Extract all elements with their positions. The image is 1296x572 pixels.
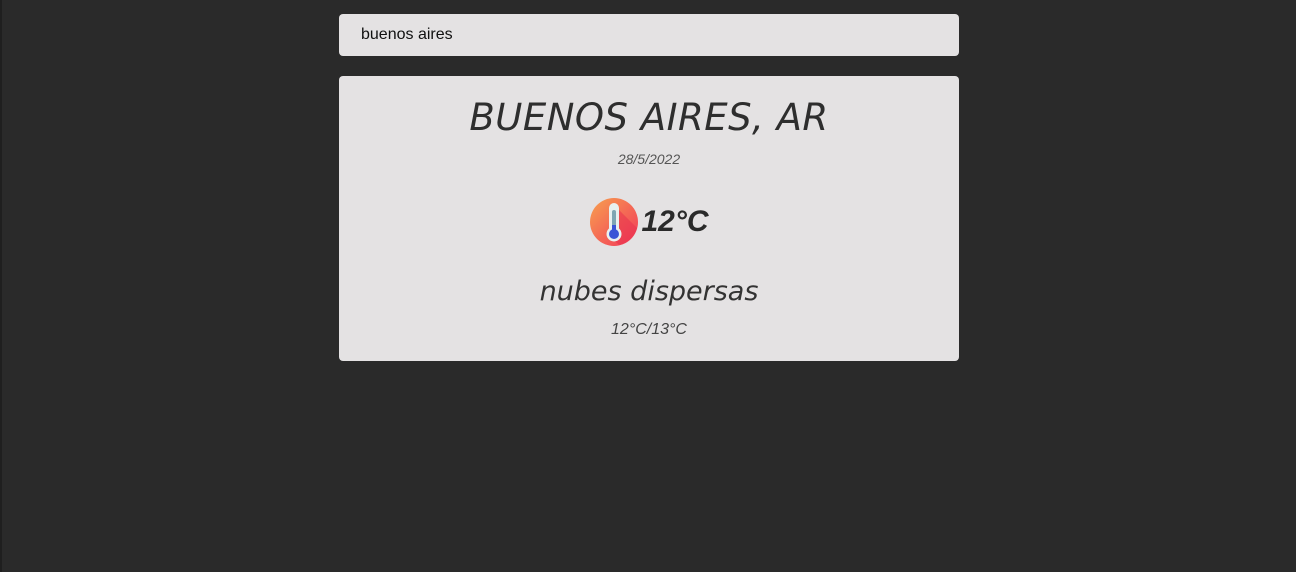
- city-search-input[interactable]: [339, 14, 959, 56]
- thermometer-icon: [589, 197, 639, 247]
- weather-description: nubes dispersas: [539, 276, 759, 307]
- temperature-row: 12°C: [339, 196, 959, 248]
- min-max-temperature: 12°C/13°C: [611, 321, 687, 338]
- current-temperature: 12°C: [641, 205, 709, 238]
- window-edge: [0, 0, 2, 572]
- weather-date: 28/5/2022: [617, 151, 681, 167]
- weather-card: BUENOS AIRES, AR 28/5/2022 12°C nubes di…: [339, 76, 959, 361]
- city-name: BUENOS AIRES, AR: [469, 96, 829, 139]
